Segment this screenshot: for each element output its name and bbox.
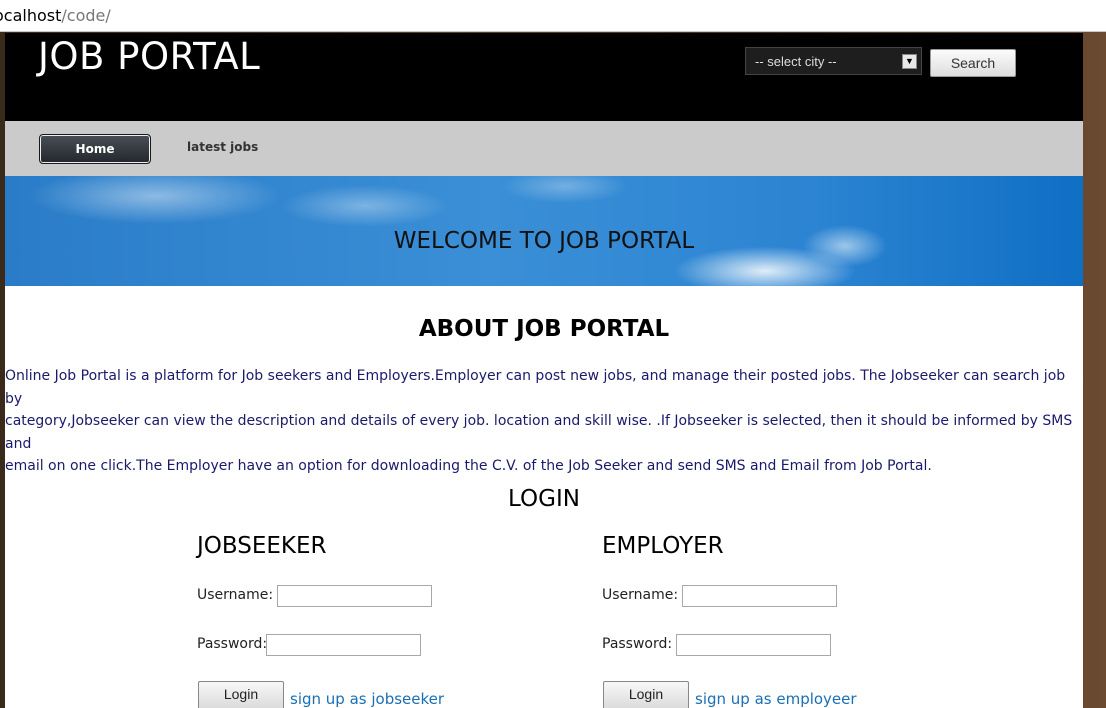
site-header: JOB PORTAL -- select city -- ▼ Search bbox=[5, 33, 1083, 121]
page-container: JOB PORTAL -- select city -- ▼ Search Ho… bbox=[5, 33, 1083, 708]
about-line: email on one click.The Employer have an … bbox=[5, 458, 932, 474]
banner-title: WELCOME TO JOB PORTAL bbox=[393, 228, 695, 254]
employer-login-form: EMPLOYER Username: Password: Login sign … bbox=[602, 533, 922, 708]
nav-item-home[interactable]: Home bbox=[39, 134, 151, 164]
employer-username-input[interactable] bbox=[682, 585, 837, 607]
signup-employer-link[interactable]: sign up as employeer bbox=[695, 690, 857, 708]
employer-username-label: Username: bbox=[602, 587, 679, 603]
about-description: Online Job Portal is a platform for Job … bbox=[5, 365, 1073, 478]
about-line: Online Job Portal is a platform for Job … bbox=[5, 368, 1066, 407]
employer-password-input[interactable] bbox=[676, 634, 831, 656]
jobseeker-username-label: Username: bbox=[197, 587, 274, 603]
login-heading: LOGIN bbox=[508, 486, 580, 512]
browser-address-bar[interactable]: ocalhost/code/ bbox=[0, 0, 1106, 32]
url-host: ocalhost bbox=[0, 6, 62, 25]
site-logo[interactable]: JOB PORTAL bbox=[38, 35, 260, 78]
url-text[interactable]: ocalhost/code/ bbox=[0, 6, 111, 25]
main-nav: Home latest jobs bbox=[5, 121, 1083, 176]
jobseeker-password-label: Password: bbox=[197, 636, 268, 652]
employer-login-button[interactable]: Login bbox=[603, 681, 689, 708]
jobseeker-username-input[interactable] bbox=[277, 585, 432, 607]
about-line: category,Jobseeker can view the descript… bbox=[5, 413, 1073, 452]
jobseeker-login-button[interactable]: Login bbox=[198, 681, 284, 708]
employer-heading: EMPLOYER bbox=[602, 533, 724, 559]
jobseeker-password-input[interactable] bbox=[266, 634, 421, 656]
city-select-value: -- select city -- bbox=[755, 54, 837, 69]
url-path: /code/ bbox=[61, 6, 111, 25]
city-select[interactable]: -- select city -- ▼ bbox=[745, 47, 922, 75]
jobseeker-login-form: JOBSEEKER Username: Password: Login sign… bbox=[197, 533, 517, 708]
about-heading: ABOUT JOB PORTAL bbox=[418, 316, 670, 342]
chevron-down-icon[interactable]: ▼ bbox=[902, 54, 917, 69]
jobseeker-heading: JOBSEEKER bbox=[197, 533, 327, 559]
nav-item-latest-jobs[interactable]: latest jobs bbox=[187, 140, 258, 154]
welcome-banner: WELCOME TO JOB PORTAL bbox=[5, 176, 1083, 286]
signup-jobseeker-link[interactable]: sign up as jobseeker bbox=[290, 690, 444, 708]
search-button[interactable]: Search bbox=[930, 49, 1016, 77]
employer-password-label: Password: bbox=[602, 636, 673, 652]
